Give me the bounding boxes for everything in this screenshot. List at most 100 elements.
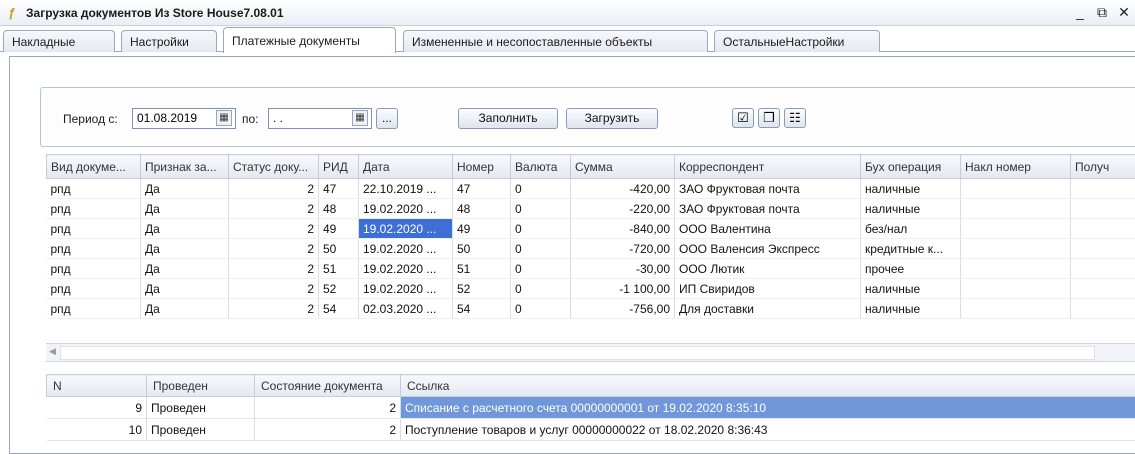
column-header[interactable]: Проведен bbox=[146, 374, 255, 397]
cell: -720,00 bbox=[570, 238, 675, 259]
cell: 19.02.2020 ... bbox=[358, 278, 453, 299]
cell: 2 bbox=[254, 396, 401, 419]
column-header[interactable]: Получ bbox=[1070, 154, 1135, 179]
cell: 0 bbox=[510, 238, 571, 259]
cell: 48 bbox=[452, 198, 511, 219]
column-header[interactable]: Статус доку... bbox=[228, 154, 319, 179]
cell: 2 bbox=[254, 418, 401, 441]
table-row[interactable]: 9 Проведен 2 Списание с расчетного счета… bbox=[46, 396, 1135, 419]
column-header[interactable]: N bbox=[46, 374, 147, 397]
documents-table: N Проведен Состояние документа Ссылка 9 … bbox=[46, 374, 1135, 441]
table-row[interactable]: рпд Да 2 52 19.02.2020 ... 52 0 -1 100,0… bbox=[46, 278, 1135, 299]
app-icon: ƒ bbox=[8, 5, 16, 20]
cell: 50 bbox=[318, 238, 359, 259]
horizontal-scrollbar[interactable]: ◀ bbox=[46, 343, 1135, 362]
cell: -840,00 bbox=[570, 218, 675, 239]
tab-nakladnye[interactable]: Накладные bbox=[3, 30, 115, 52]
cell: ООО Лютик bbox=[674, 258, 861, 279]
column-header[interactable]: Корреспондент bbox=[674, 154, 861, 179]
cell bbox=[960, 238, 1071, 259]
cell: наличные bbox=[860, 198, 961, 219]
table-row[interactable]: 10 Проведен 2 Поступление товаров и услу… bbox=[46, 418, 1135, 441]
column-header[interactable]: Бух операция bbox=[860, 154, 961, 179]
restore-button[interactable]: ⧉ bbox=[1092, 2, 1112, 22]
cell: Проведен bbox=[146, 396, 255, 419]
cell bbox=[960, 178, 1071, 199]
column-header[interactable]: Накл номер bbox=[960, 154, 1071, 179]
cell bbox=[1070, 258, 1135, 279]
cell: наличные bbox=[860, 298, 961, 319]
cell: наличные bbox=[860, 178, 961, 199]
table-row[interactable]: рпд Да 2 54 02.03.2020 ... 54 0 -756,00 … bbox=[46, 298, 1135, 319]
cell: 2 bbox=[228, 178, 319, 199]
close-button[interactable]: ✕ bbox=[1114, 2, 1134, 22]
cell: 9 bbox=[46, 396, 147, 419]
tab-izmenennye-obekty[interactable]: Измененные и несопоставленные объекты bbox=[403, 30, 708, 52]
column-header[interactable]: Номер bbox=[452, 154, 511, 179]
cell bbox=[960, 298, 1071, 319]
cell: 10 bbox=[46, 418, 147, 441]
cell bbox=[960, 198, 1071, 219]
column-header[interactable]: Ссылка bbox=[400, 374, 1135, 397]
check-all-icon[interactable]: ☑ bbox=[732, 108, 754, 128]
cell: -1 100,00 bbox=[570, 278, 675, 299]
table-row[interactable]: рпд Да 2 48 19.02.2020 ... 48 0 -220,00 … bbox=[46, 198, 1135, 219]
column-header[interactable]: Состояние документа bbox=[254, 374, 401, 397]
calendar-to-icon[interactable]: ▦ bbox=[352, 110, 368, 126]
tab-nastroyki[interactable]: Настройки bbox=[121, 30, 217, 52]
table-header-row: Вид докуме... Признак за... Статус доку.… bbox=[46, 154, 1135, 179]
cell: 51 bbox=[318, 258, 359, 279]
cell: 19.02.2020 ... bbox=[358, 238, 453, 259]
cell: 52 bbox=[452, 278, 511, 299]
column-header[interactable]: Валюта bbox=[510, 154, 571, 179]
cell: Да bbox=[140, 238, 229, 259]
copy-icon[interactable]: ❐ bbox=[758, 108, 780, 128]
cell bbox=[960, 258, 1071, 279]
period-select-button[interactable]: ... bbox=[376, 108, 398, 129]
table-row[interactable]: рпд Да 2 49 19.02.2020 ... 49 0 -840,00 … bbox=[46, 218, 1135, 239]
scroll-left-icon[interactable]: ◀ bbox=[49, 346, 56, 357]
document-link[interactable]: Поступление товаров и услуг 00000000022 … bbox=[400, 418, 1135, 441]
load-button[interactable]: Загрузить bbox=[566, 108, 658, 129]
cell: 19.02.2020 ... bbox=[358, 258, 453, 279]
column-header[interactable]: Сумма bbox=[570, 154, 675, 179]
cell: наличные bbox=[860, 278, 961, 299]
scrollbar-thumb[interactable] bbox=[60, 346, 1095, 360]
cell: Да bbox=[140, 278, 229, 299]
window-title: Загрузка документов Из Store House7.08.0… bbox=[26, 6, 284, 20]
tab-platezhnye-dokumenty[interactable]: Платежные документы bbox=[223, 27, 396, 53]
cell: 49 bbox=[452, 218, 511, 239]
toggle-columns-icon[interactable]: ☷ bbox=[784, 108, 806, 128]
cell bbox=[1070, 178, 1135, 199]
cell bbox=[1070, 298, 1135, 319]
cell: 0 bbox=[510, 258, 571, 279]
cell: 47 bbox=[452, 178, 511, 199]
column-header[interactable]: Признак за... bbox=[140, 154, 229, 179]
cell: 50 bbox=[452, 238, 511, 259]
cell: -220,00 bbox=[570, 198, 675, 219]
cell: ЗАО Фруктовая почта bbox=[674, 178, 861, 199]
calendar-from-icon[interactable]: ▦ bbox=[216, 110, 232, 126]
cell: ЗАО Фруктовая почта bbox=[674, 198, 861, 219]
selected-cell[interactable]: 19.02.2020 ... bbox=[358, 218, 453, 239]
table-row[interactable]: рпд Да 2 51 19.02.2020 ... 51 0 -30,00 О… bbox=[46, 258, 1135, 279]
column-header[interactable]: Вид докуме... bbox=[46, 154, 141, 179]
minimize-button[interactable]: _ bbox=[1070, 2, 1090, 22]
cell: 2 bbox=[228, 298, 319, 319]
fill-button[interactable]: Заполнить bbox=[458, 108, 558, 129]
cell: ООО Валенсия Экспресс bbox=[674, 238, 861, 259]
cell: 0 bbox=[510, 278, 571, 299]
cell bbox=[960, 218, 1071, 239]
table-row[interactable]: рпд Да 2 47 22.10.2019 ... 47 0 -420,00 … bbox=[46, 178, 1135, 199]
title-bar: ƒ Загрузка документов Из Store House7.08… bbox=[0, 0, 1135, 26]
column-header[interactable]: Дата bbox=[358, 154, 453, 179]
table-row[interactable]: рпд Да 2 50 19.02.2020 ... 50 0 -720,00 … bbox=[46, 238, 1135, 259]
cell: рпд bbox=[46, 278, 141, 299]
column-header[interactable]: РИД bbox=[318, 154, 359, 179]
document-link[interactable]: Списание с расчетного счета 00000000001 … bbox=[400, 396, 1135, 419]
cell: 0 bbox=[510, 178, 571, 199]
cell: 2 bbox=[228, 218, 319, 239]
tab-ostalnye-nastroyki[interactable]: ОстальныеНастройки bbox=[714, 30, 880, 52]
cell: 02.03.2020 ... bbox=[358, 298, 453, 319]
cell: 48 bbox=[318, 198, 359, 219]
